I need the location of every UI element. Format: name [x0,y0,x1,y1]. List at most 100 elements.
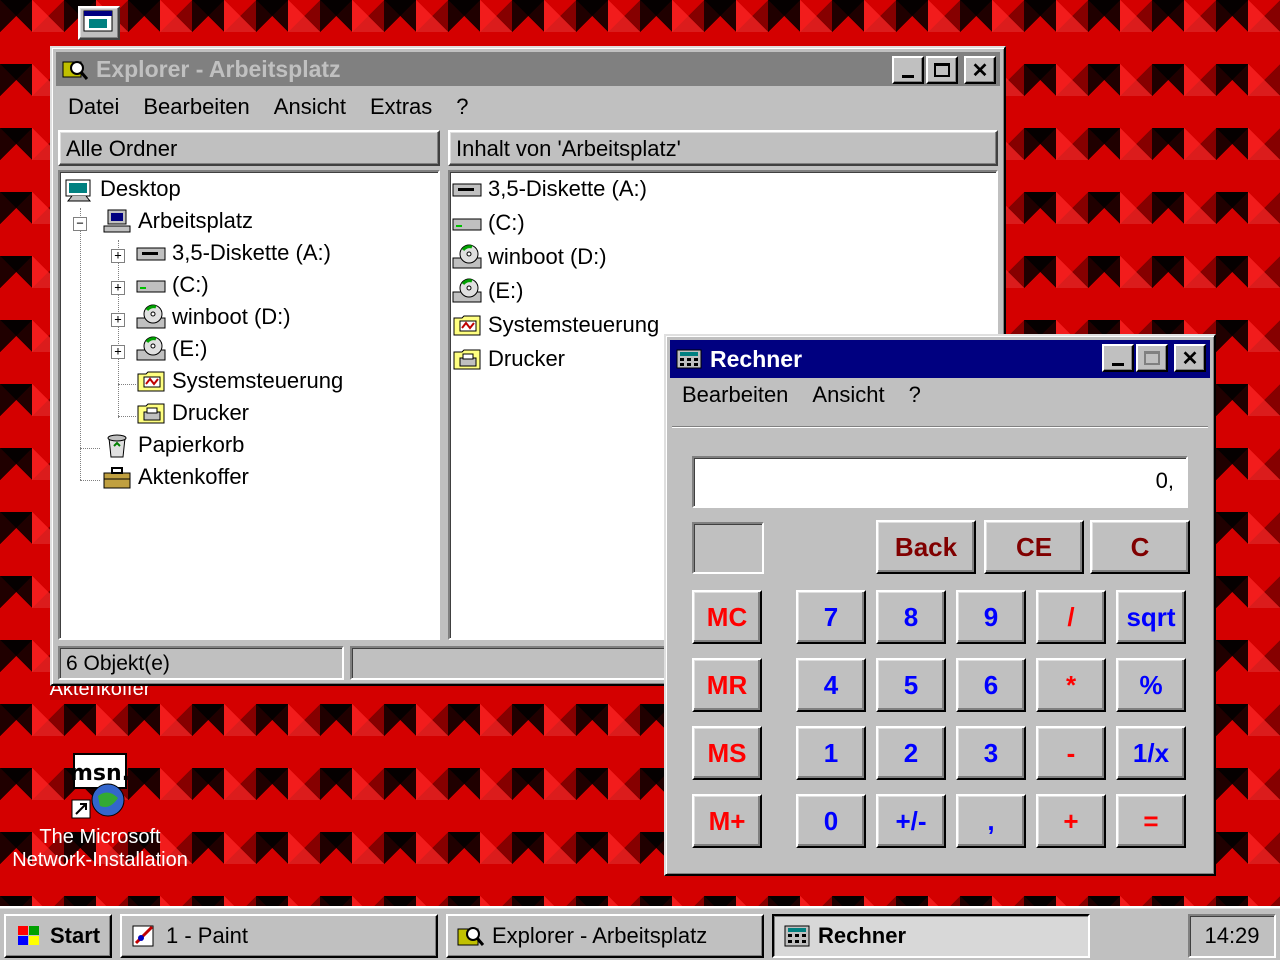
window-icon [83,10,113,32]
tree-item-papierkorb[interactable]: Papierkorb [102,432,244,458]
digit-2-button[interactable]: 2 [876,726,946,780]
c-button[interactable]: C [1090,520,1190,574]
menu-help[interactable]: ? [897,382,933,408]
digit-8-button[interactable]: 8 [876,590,946,644]
menu-help[interactable]: ? [444,94,480,120]
right-pane-header-label: Inhalt von 'Arbeitsplatz' [456,136,681,161]
digit-5-button[interactable]: 5 [876,658,946,712]
digit-7-button[interactable]: 7 [796,590,866,644]
menu-bearbeiten[interactable]: Bearbeiten [131,94,261,120]
status-text: 6 Objekt(e) [66,652,170,675]
button-label: MC [706,601,748,632]
left-pane-header-label: Alle Ordner [66,136,178,161]
digit-4-button[interactable]: 4 [796,658,866,712]
list-item-c-drive[interactable]: (C:) [452,210,525,236]
button-label: 6 [983,669,999,700]
button-label: 0 [823,805,839,836]
expand-toggle[interactable]: + [111,313,125,327]
tree-item-desktop[interactable]: Desktop [64,176,181,202]
minimize-button[interactable] [892,56,924,84]
mr-button[interactable]: MR [692,658,762,712]
list-item-d-drive[interactable]: winboot (D:) [452,244,607,270]
calculator-window: Rechner ✕ Bearbeiten Ansicht ? 0, Back C… [664,334,1216,876]
status-bar: 6 Objekt(e) [58,646,344,680]
expand-toggle[interactable]: + [111,281,125,295]
tree-item-e-drive[interactable]: (E:) [136,336,207,362]
mc-button[interactable]: MC [692,590,762,644]
button-label: 1/x [1132,737,1170,768]
divide-button[interactable]: / [1036,590,1106,644]
button-label: 8 [903,601,919,632]
tree-item-aktenkoffer[interactable]: Aktenkoffer [102,464,249,490]
taskbar-item-paint[interactable]: 1 - Paint [120,914,438,958]
cd-drive-icon [136,304,166,329]
add-button[interactable]: + [1036,794,1106,848]
tree-item-c-drive[interactable]: (C:) [136,272,209,298]
maximize-icon [1144,351,1160,365]
desktop-shortcut-top[interactable] [78,6,120,40]
taskbar-item-explorer[interactable]: Explorer - Arbeitsplatz [446,914,764,958]
clock[interactable]: 14:29 [1204,923,1259,949]
menu-extras[interactable]: Extras [358,94,444,120]
calc-display-value: 0, [1155,468,1174,493]
windows-logo-icon [18,926,39,945]
button-label: +/- [895,805,927,836]
back-button[interactable]: Back [876,520,976,574]
control-panel-icon [137,371,165,392]
multiply-button[interactable]: * [1036,658,1106,712]
tree-item-systemsteuerung[interactable]: Systemsteuerung [136,368,343,394]
sqrt-button[interactable]: sqrt [1116,590,1186,644]
floppy-drive-icon [452,183,482,197]
folder-tree[interactable]: Desktop − Arbeitsplatz + 3,5-Diskette (A… [58,170,440,640]
close-icon: ✕ [1181,347,1199,370]
tree-item-floppy[interactable]: 3,5-Diskette (A:) [136,240,331,266]
close-button[interactable]: ✕ [964,56,996,84]
digit-6-button[interactable]: 6 [956,658,1026,712]
button-label: 2 [903,737,919,768]
digit-0-button[interactable]: 0 [796,794,866,848]
start-label: Start [50,923,101,948]
tree-item-drucker[interactable]: Drucker [136,400,249,426]
tree-item-arbeitsplatz[interactable]: Arbeitsplatz [102,208,253,234]
menu-ansicht[interactable]: Ansicht [262,94,358,120]
start-button[interactable]: Start [4,914,112,958]
maximize-button[interactable] [926,56,958,84]
menu-ansicht[interactable]: Ansicht [800,382,896,408]
list-item-label: Systemsteuerung [488,312,660,337]
close-button[interactable]: ✕ [1174,344,1206,372]
tree-item-d-drive[interactable]: winboot (D:) [136,304,291,330]
subtract-button[interactable]: - [1036,726,1106,780]
list-item-label: (E:) [488,278,524,303]
digit-1-button[interactable]: 1 [796,726,866,780]
expand-toggle[interactable]: + [111,249,125,263]
tree-item-label: 3,5-Diskette (A:) [172,240,331,265]
collapse-toggle[interactable]: − [73,217,87,231]
decimal-button[interactable]: , [956,794,1026,848]
list-item-e-drive[interactable]: (E:) [452,278,523,304]
sign-toggle-button[interactable]: +/- [876,794,946,848]
m-plus-button[interactable]: M+ [692,794,762,848]
list-item-drucker[interactable]: Drucker [452,346,565,372]
menu-datei[interactable]: Datei [56,94,131,120]
button-label: 5 [903,669,919,700]
maximize-button[interactable] [1136,344,1168,372]
desktop-icon-label-1: The Microsoft [39,826,161,848]
list-item-systemsteuerung[interactable]: Systemsteuerung [452,312,659,338]
ce-button[interactable]: CE [984,520,1084,574]
taskbar-item-calculator[interactable]: Rechner [772,914,1090,958]
ms-button[interactable]: MS [692,726,762,780]
equals-button[interactable]: = [1116,794,1186,848]
minimize-button[interactable] [1102,344,1134,372]
desktop-icon-msn[interactable]: msn. The Microsoft Network-Installation [2,752,198,872]
reciprocal-button[interactable]: 1/x [1116,726,1186,780]
explorer-titlebar[interactable]: Explorer - Arbeitsplatz [56,52,1000,86]
digit-3-button[interactable]: 3 [956,726,1026,780]
menu-bearbeiten[interactable]: Bearbeiten [670,382,800,408]
tree-item-label: Arbeitsplatz [138,208,253,233]
button-label: = [1143,805,1159,836]
percent-button[interactable]: % [1116,658,1186,712]
expand-toggle[interactable]: + [111,345,125,359]
digit-9-button[interactable]: 9 [956,590,1026,644]
button-label: / [1067,601,1075,632]
list-item-floppy[interactable]: 3,5-Diskette (A:) [452,176,647,202]
